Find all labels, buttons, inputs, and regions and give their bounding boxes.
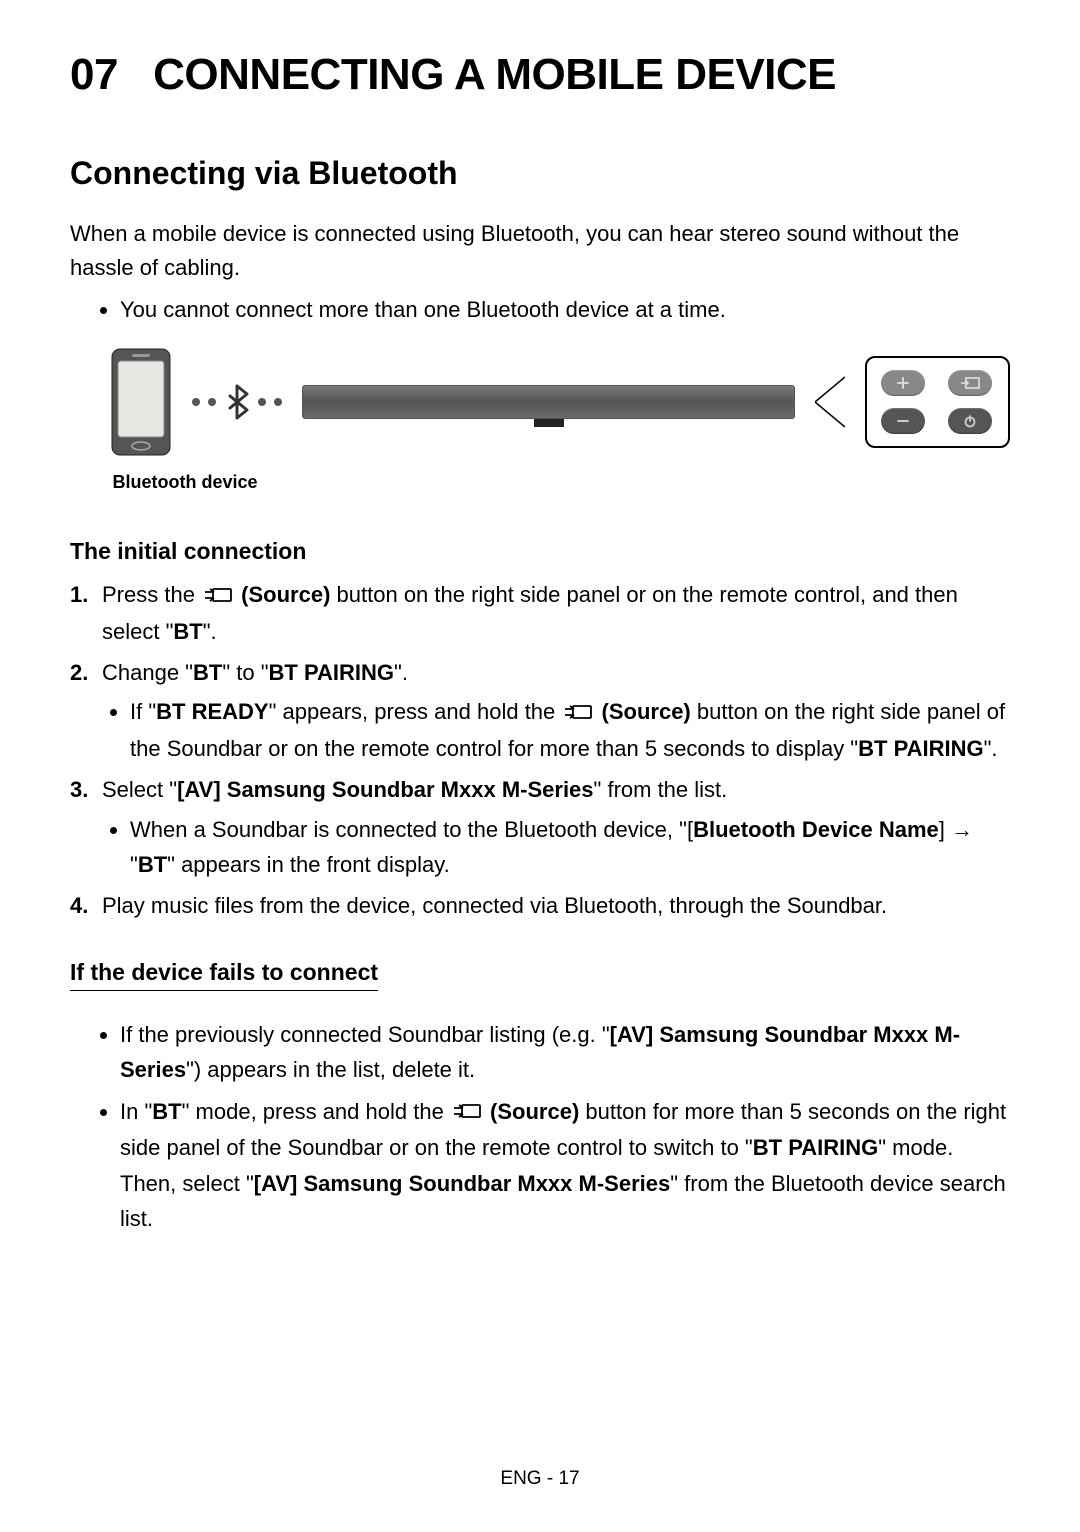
step-2: Change "BT" to "BT PAIRING". If "BT READ… [70, 655, 1010, 766]
step-2-sub: If "BT READY" appears, press and hold th… [130, 694, 1010, 766]
fails-bullet-1: If the previously connected Soundbar lis… [120, 1017, 1010, 1087]
step-4: Play music files from the device, connec… [70, 888, 1010, 923]
section-title: Connecting via Bluetooth [70, 155, 1010, 192]
fails-bullet-2: In "BT" mode, press and hold the (Source… [120, 1094, 1010, 1236]
power-button-icon [948, 408, 992, 434]
volume-up-button-icon [881, 370, 925, 396]
initial-connection-heading: The initial connection [70, 538, 1010, 565]
page-footer: ENG - 17 [0, 1468, 1080, 1490]
detail-callout-icon [815, 372, 845, 432]
intro-bullet: You cannot connect more than one Bluetoo… [120, 293, 1010, 327]
bluetooth-signal-icon [192, 384, 282, 420]
chapter-title-text: CONNECTING A MOBILE DEVICE [153, 50, 836, 99]
soundbar-illustration [302, 385, 795, 419]
step-3: Select "[AV] Samsung Soundbar Mxxx M-Ser… [70, 772, 1010, 882]
source-icon [563, 696, 593, 731]
source-icon [452, 1095, 482, 1130]
intro-paragraph: When a mobile device is connected using … [70, 217, 1010, 285]
volume-down-button-icon [881, 408, 925, 434]
step-1: Press the (Source) button on the right s… [70, 577, 1010, 649]
chapter-title: 07 CONNECTING A MOBILE DEVICE [70, 50, 1010, 100]
controls-panel-illustration [865, 356, 1010, 448]
step-3-sub: When a Soundbar is connected to the Blue… [130, 812, 1010, 882]
source-icon [203, 579, 233, 614]
fails-heading: If the device fails to connect [70, 959, 378, 991]
diagram-phone-label: Bluetooth device [110, 472, 260, 493]
phone-icon [110, 347, 172, 457]
connection-diagram [70, 347, 1010, 457]
chapter-number: 07 [70, 50, 118, 99]
source-button-icon [948, 370, 992, 396]
